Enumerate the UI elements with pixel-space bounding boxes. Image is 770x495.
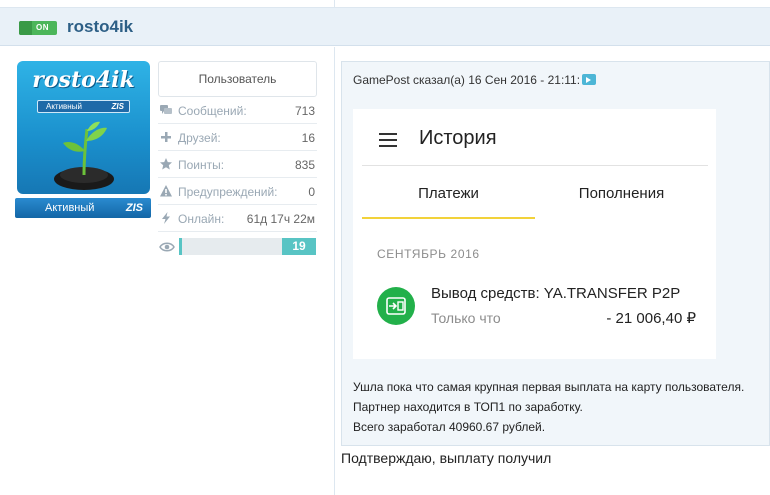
- header-divider: [362, 165, 708, 166]
- quote-text-line: Всего заработал 40960.67 рублей.: [353, 420, 546, 434]
- reputation-track: 19: [179, 238, 316, 255]
- quote-text-line: Ушла пока что самая крупная первая выпла…: [353, 380, 745, 394]
- stat-value: 835: [294, 158, 315, 172]
- online-toggle[interactable]: ON: [19, 21, 57, 35]
- stat-online[interactable]: Онлайн: 61д 17ч 22м: [158, 205, 317, 232]
- hamburger-menu-icon: [379, 133, 397, 147]
- stat-value: 713: [294, 104, 315, 118]
- top-strip: [0, 0, 770, 8]
- toggle-label: ON: [36, 23, 49, 32]
- stat-messages[interactable]: Сообщений: 713: [158, 97, 317, 124]
- stat-value: 61д 17ч 22м: [246, 212, 315, 226]
- badge-status-label: Активный: [45, 202, 95, 214]
- stat-label: Сообщений:: [178, 104, 247, 118]
- badge-tag-label: ZIS: [125, 202, 143, 214]
- go-to-quote-icon[interactable]: [582, 74, 597, 85]
- star-icon: [160, 158, 172, 170]
- reputation-fill: [179, 238, 182, 255]
- plus-icon: [161, 132, 171, 142]
- stat-label: Предупреждений:: [178, 185, 278, 199]
- status-badge: Активный ZIS: [15, 198, 151, 218]
- stat-value: 16: [301, 131, 315, 145]
- stat-label: Друзей:: [178, 131, 221, 145]
- stat-value: 0: [308, 185, 315, 199]
- history-title: История: [419, 127, 497, 149]
- stat-points[interactable]: Поинты: 835: [158, 151, 317, 178]
- quote-text-line: Партнер находится в ТОП1 по заработку.: [353, 400, 583, 414]
- lightning-icon: [162, 212, 170, 224]
- tab-deposits: Пополнения: [578, 185, 665, 202]
- tab-payments: Платежи: [418, 185, 479, 202]
- toggle-knob: [19, 21, 32, 35]
- avatar-title: rosto4ik: [32, 67, 135, 93]
- stat-friends[interactable]: Друзей: 16: [158, 124, 317, 151]
- quote-header: GamePost сказал(а) 16 Сен 2016 - 21:11:: [353, 73, 597, 87]
- stat-label: Поинты:: [178, 158, 225, 172]
- post-header: ON rosto4ik: [0, 8, 770, 46]
- avatar[interactable]: rosto4ik Активный ZIS: [17, 61, 150, 194]
- avatar-status-label: Активный: [46, 102, 82, 111]
- stat-warnings[interactable]: Предупреждений: 0: [158, 178, 317, 205]
- transaction-time: Только что: [431, 310, 501, 326]
- active-tab-underline: [362, 217, 535, 219]
- post-text: Подтверждаю, выплату получил: [341, 450, 552, 466]
- user-info-column: rosto4ik Активный ZIS Активный ZIS Польз…: [0, 47, 335, 495]
- avatar-tag-label: ZIS: [111, 102, 124, 111]
- eye-icon: [159, 242, 175, 252]
- payment-history-screenshot: История Платежи Пополнения СЕНТЯБРЬ 2016…: [353, 109, 716, 359]
- month-heading: СЕНТЯБРЬ 2016: [377, 247, 480, 261]
- transaction-title: Вывод средств: YA.TRANSFER P2P: [431, 285, 681, 302]
- user-role-box: Пользователь: [158, 61, 317, 97]
- quote-block: GamePost сказал(а) 16 Сен 2016 - 21:11: …: [341, 61, 770, 446]
- sprout-icon: [54, 121, 114, 190]
- withdrawal-icon: [377, 287, 415, 325]
- transaction-amount: - 21 006,40 ₽: [606, 310, 696, 327]
- reputation-bar[interactable]: 19: [158, 237, 317, 257]
- username-link[interactable]: rosto4ik: [67, 17, 133, 37]
- reputation-value: 19: [282, 238, 316, 255]
- warning-icon: [160, 185, 172, 197]
- quote-author-date: GamePost сказал(а) 16 Сен 2016 - 21:11:: [353, 73, 581, 87]
- avatar-status-tag: Активный ZIS: [37, 100, 130, 113]
- stat-label: Онлайн:: [178, 212, 225, 226]
- messages-icon: [160, 105, 172, 114]
